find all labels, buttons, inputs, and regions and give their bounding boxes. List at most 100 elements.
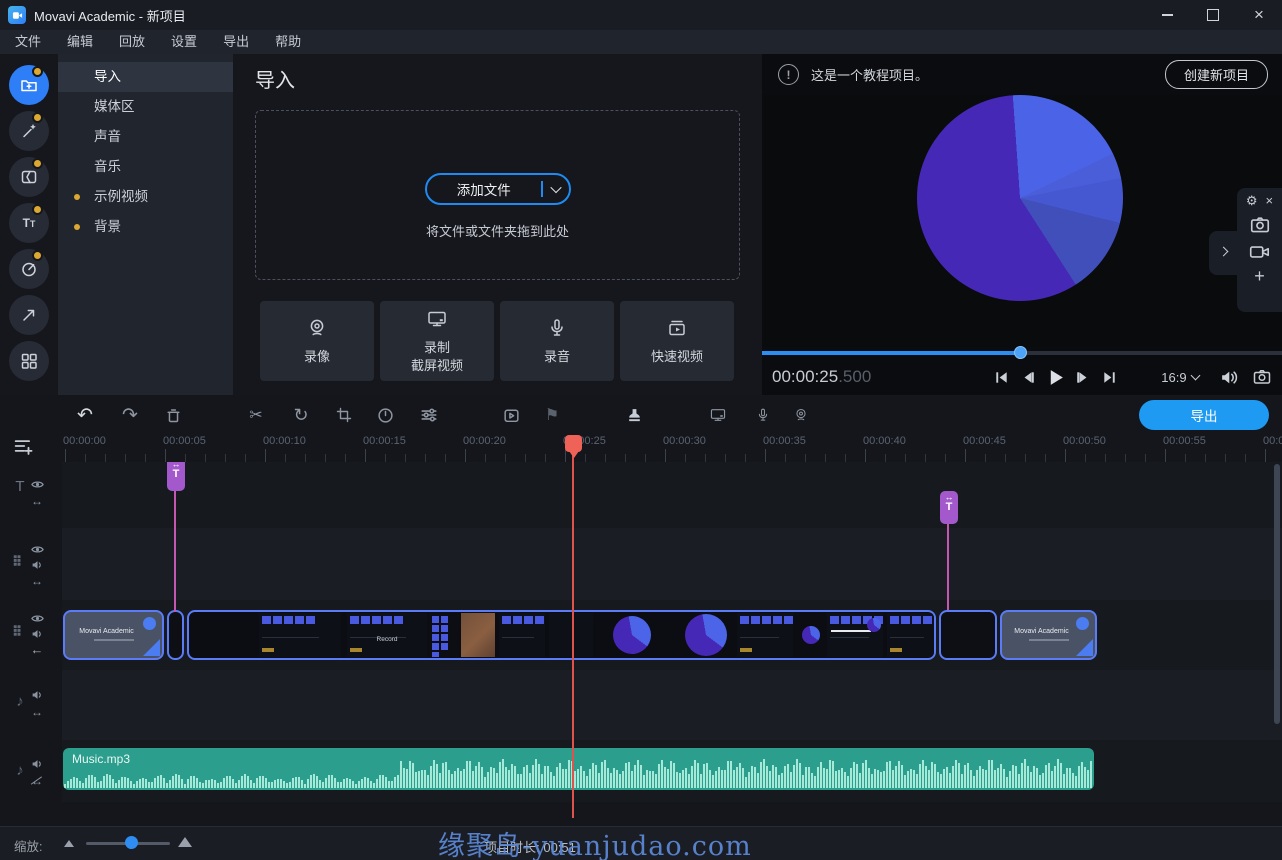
rail-filters-button[interactable] <box>9 111 49 151</box>
info-icon: ! <box>778 64 799 85</box>
video-clip-outro[interactable]: Movavi Academic <box>1000 610 1097 660</box>
category-import[interactable]: 导入 <box>58 62 233 92</box>
track5-unlink-toggle[interactable]: ↔ <box>29 773 45 789</box>
timecode-ms: .500 <box>838 367 871 387</box>
panel-expand-tab[interactable] <box>1209 231 1237 275</box>
clip-speed-button[interactable] <box>372 402 398 428</box>
stamp-tool-button[interactable] <box>621 402 647 428</box>
category-media-bin[interactable]: 媒体区 <box>58 92 233 122</box>
track3-mute-toggle[interactable] <box>29 626 45 642</box>
title-clip-marker[interactable]: ↔T <box>167 462 185 491</box>
add-files-button[interactable]: 添加文件 <box>425 173 571 205</box>
track2-link-toggle[interactable]: ↔ <box>29 573 45 589</box>
rail-animation-button[interactable] <box>9 295 49 335</box>
close-button[interactable]: × <box>1236 0 1282 30</box>
gear-icon[interactable]: ⚙ <box>1246 193 1258 209</box>
seek-handle[interactable] <box>1014 346 1027 359</box>
record-clip-button[interactable] <box>1248 241 1272 263</box>
playhead-handle[interactable] <box>565 435 582 452</box>
track4-mute-toggle[interactable] <box>29 687 45 703</box>
redo-button[interactable]: ↷ <box>117 402 143 428</box>
track3-visibility-toggle[interactable] <box>29 610 45 626</box>
snapshot-button[interactable] <box>1252 365 1272 389</box>
menu-settings[interactable]: 设置 <box>158 30 210 54</box>
voice-record-button[interactable] <box>750 402 776 428</box>
track4-link-toggle[interactable]: ↔ <box>29 704 45 720</box>
screen-capture-button[interactable] <box>705 402 731 428</box>
rail-transitions-button[interactable] <box>9 157 49 197</box>
menu-help[interactable]: 帮助 <box>262 30 314 54</box>
track1-visibility-toggle[interactable] <box>29 476 45 492</box>
menu-file[interactable]: 文件 <box>2 30 54 54</box>
minimize-icon <box>1162 14 1173 15</box>
record-audio-button[interactable]: 录音 <box>500 301 614 381</box>
export-button[interactable]: 导出 <box>1139 400 1269 430</box>
ruler-tick <box>645 454 646 462</box>
undo-button[interactable]: ↶ <box>72 402 98 428</box>
minimize-button[interactable] <box>1144 0 1190 30</box>
ruler-label: 00:00:30 <box>663 435 706 447</box>
color-adjustments-button[interactable] <box>416 402 442 428</box>
rail-titles-button[interactable]: TT <box>9 203 49 243</box>
ruler-tick <box>605 454 606 462</box>
aspect-ratio-dropdown[interactable]: 16:9 <box>1161 370 1198 385</box>
close-panel-icon[interactable]: × <box>1266 193 1274 209</box>
overlay-track-lane[interactable] <box>62 528 1282 600</box>
transition-wizard-button[interactable] <box>498 402 524 428</box>
marker-flag-button[interactable]: ⚑ <box>539 402 565 428</box>
add-icon[interactable]: + <box>1254 268 1265 284</box>
ruler-tick <box>1065 449 1066 462</box>
category-music[interactable]: 音乐 <box>58 152 233 182</box>
menu-playback[interactable]: 回放 <box>106 30 158 54</box>
audio-clip-music[interactable]: Music.mp3 <box>63 748 1094 790</box>
track2-visibility-toggle[interactable] <box>29 541 45 557</box>
next-frame-button[interactable] <box>1070 365 1094 389</box>
track5-mute-toggle[interactable] <box>29 756 45 772</box>
rotate-button[interactable]: ↻ <box>288 402 314 428</box>
quick-video-button[interactable]: 快速视频 <box>620 301 734 381</box>
file-drop-zone[interactable]: 添加文件 将文件或文件夹拖到此处 <box>255 110 740 280</box>
track3-back-arrow[interactable]: ← <box>29 642 45 658</box>
menu-edit[interactable]: 编辑 <box>54 30 106 54</box>
rail-more-tools-button[interactable] <box>9 341 49 381</box>
cut-button[interactable]: ✂ <box>243 402 269 428</box>
skip-start-button[interactable] <box>989 365 1013 389</box>
snapshot-photo-button[interactable] <box>1249 214 1271 236</box>
title-track-lane[interactable] <box>62 462 1282 528</box>
webcam-capture-button[interactable] <box>788 402 814 428</box>
menu-export[interactable]: 导出 <box>210 30 262 54</box>
previous-frame-button[interactable] <box>1016 365 1040 389</box>
video-clip-main-recording[interactable]: Record <box>187 610 936 660</box>
create-new-project-button[interactable]: 创建新项目 <box>1165 60 1268 89</box>
category-sample-videos[interactable]: 示例视频 <box>58 182 233 212</box>
zoom-in-button[interactable] <box>178 837 192 847</box>
play-button[interactable] <box>1043 365 1067 389</box>
rail-pan-zoom-button[interactable] <box>9 249 49 289</box>
record-video-button[interactable]: 录像 <box>260 301 374 381</box>
title-clip-marker[interactable]: ↔T <box>940 491 958 524</box>
zoom-slider-handle[interactable] <box>125 836 138 849</box>
badge-dot <box>32 158 43 169</box>
volume-button[interactable] <box>1219 365 1240 389</box>
add-files-dropdown[interactable] <box>543 185 569 193</box>
add-track-button[interactable] <box>12 435 34 457</box>
vertical-scrollbar[interactable] <box>1274 464 1280 724</box>
category-backgrounds[interactable]: 背景 <box>58 212 233 242</box>
rail-import-button[interactable] <box>9 65 49 105</box>
video-clip-short[interactable] <box>167 610 184 660</box>
crop-button[interactable] <box>331 402 357 428</box>
video-clip-empty[interactable] <box>939 610 997 660</box>
ruler-tick <box>325 454 326 462</box>
timeline-ruler[interactable]: 00:00:0000:00:0500:00:1000:00:1500:00:20… <box>0 432 1282 462</box>
seek-bar[interactable] <box>762 347 1282 359</box>
record-screen-button[interactable]: 录制截屏视频 <box>380 301 494 381</box>
maximize-button[interactable] <box>1190 0 1236 30</box>
skip-end-button[interactable] <box>1097 365 1121 389</box>
zoom-out-button[interactable] <box>64 840 74 847</box>
category-sounds[interactable]: 声音 <box>58 122 233 152</box>
delete-button[interactable] <box>160 402 186 428</box>
audio-track-lane[interactable] <box>62 670 1282 740</box>
track1-link-toggle[interactable]: ↔ <box>29 493 45 509</box>
video-clip-intro[interactable]: Movavi Academic <box>63 610 164 660</box>
track2-mute-toggle[interactable] <box>29 557 45 573</box>
